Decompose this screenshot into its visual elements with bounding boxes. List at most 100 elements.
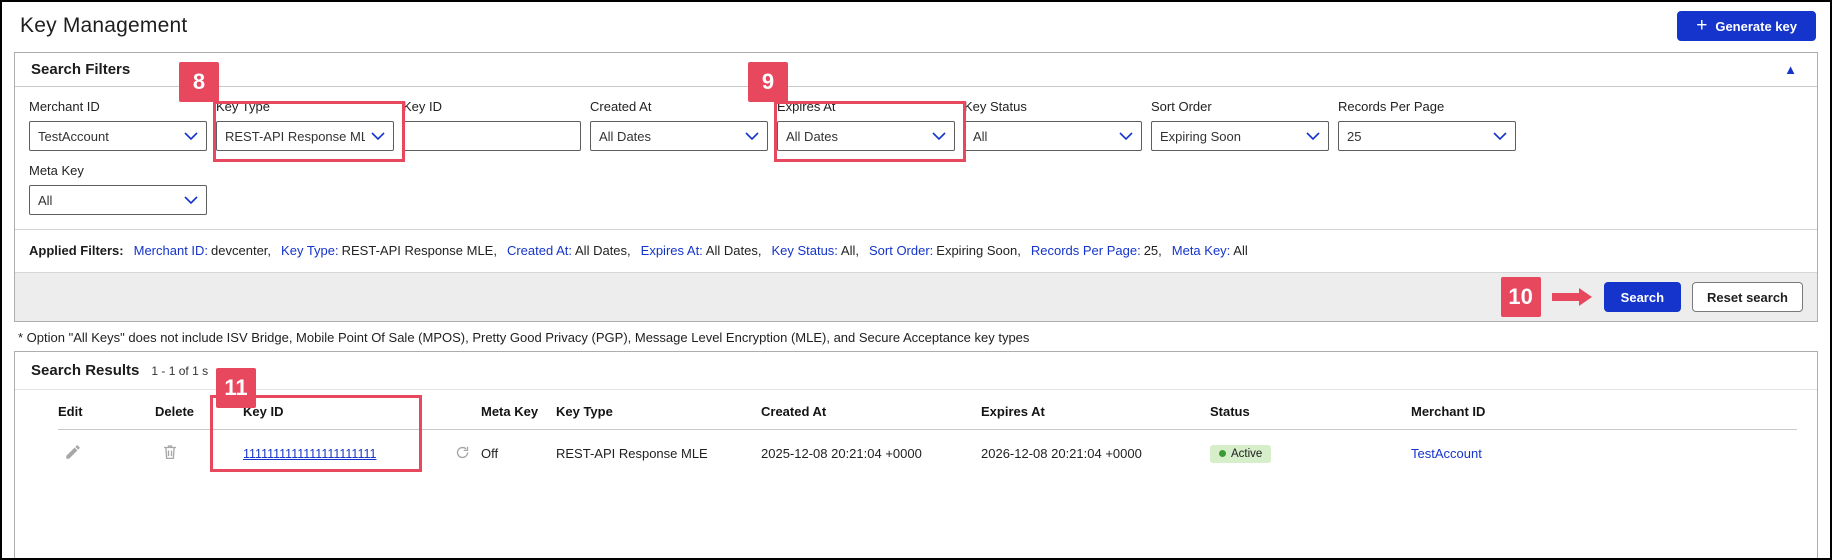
filters-row-2: Meta Key All: [29, 163, 1803, 215]
created-at-select[interactable]: All Dates: [590, 121, 768, 151]
key-management-page: Key Management + Generate key Search Fil…: [0, 0, 1832, 560]
search-button[interactable]: Search: [1603, 282, 1682, 312]
column-header-merchant-id: Merchant ID: [1411, 404, 1486, 419]
status-badge: Active: [1210, 444, 1272, 463]
merchant-id-select[interactable]: TestAccount: [29, 121, 207, 151]
applied-pair: Key Status: All,: [771, 243, 859, 258]
filter-key-type: Key Type REST-API Response MLE: [216, 99, 394, 151]
filter-records-per-page: Records Per Page 25: [1338, 99, 1516, 151]
filter-key-status: Key Status All: [964, 99, 1142, 151]
records-per-page-value: 25: [1347, 128, 1362, 144]
results-count: 1 - 1 of 1 s: [151, 364, 209, 378]
search-results-title: Search Results: [31, 362, 140, 379]
actions-row: 10 Search Reset search: [15, 272, 1817, 321]
sort-order-value: Expiring Soon: [1160, 128, 1241, 144]
records-per-page-select[interactable]: 25: [1338, 121, 1516, 151]
search-filters-title: Search Filters: [31, 61, 131, 78]
meta-key-value: All: [38, 192, 53, 208]
chevron-down-icon: [745, 131, 759, 141]
chevron-down-icon: [1119, 131, 1133, 141]
generate-key-label: Generate key: [1715, 18, 1797, 34]
collapse-arrow-icon[interactable]: ▲: [1784, 62, 1797, 77]
created-at-label: Created At: [590, 99, 652, 114]
annotation-arrow-icon: [1551, 288, 1592, 306]
column-header-edit: Edit: [58, 404, 83, 419]
applied-pair: Meta Key: All: [1171, 243, 1248, 258]
filter-created-at: Created At All Dates: [590, 99, 768, 151]
applied-pair: Key Type: REST-API Response MLE,: [281, 243, 497, 258]
expires-at-select[interactable]: All Dates: [777, 121, 955, 151]
column-header-created-at: Created At: [761, 404, 827, 419]
applied-filters-label: Applied Filters:: [29, 243, 124, 258]
created-at-cell: 2025-12-08 20:21:04 +0000: [761, 446, 922, 461]
meta-key-cell: Off: [481, 446, 499, 461]
applied-pair: Records Per Page: 25,: [1030, 243, 1162, 258]
key-id-label: Key ID: [403, 99, 443, 114]
applied-pair: Merchant ID: devcenter,: [133, 243, 272, 258]
expires-at-label: Expires At: [777, 99, 836, 114]
applied-pair: Expires At: All Dates,: [640, 243, 762, 258]
meta-key-label: Meta Key: [29, 163, 84, 178]
merchant-id-link[interactable]: TestAccount: [1411, 446, 1482, 461]
meta-key-select[interactable]: All: [29, 185, 207, 215]
annotation-badge-9: 9: [748, 62, 788, 102]
expires-at-value: All Dates: [786, 128, 839, 144]
column-header-blank: [455, 404, 481, 419]
annotation-badge-10: 10: [1500, 277, 1541, 317]
topbar: Key Management + Generate key: [2, 2, 1830, 52]
key-type-cell: REST-API Response MLE: [556, 446, 708, 461]
page-title: Key Management: [20, 14, 188, 37]
created-at-value: All Dates: [599, 128, 652, 144]
search-filters-panel: Search Filters ▲ Merchant ID TestAccount…: [14, 52, 1818, 322]
annotation-badge-11: 11: [216, 368, 256, 408]
edit-pencil-icon[interactable]: [64, 443, 82, 461]
column-header-key-id: Key ID: [243, 404, 284, 419]
filters-body: Merchant ID TestAccount Key Type REST-AP…: [15, 87, 1817, 229]
generate-key-button[interactable]: + Generate key: [1677, 11, 1816, 41]
filter-merchant-id: Merchant ID TestAccount: [29, 99, 207, 151]
key-status-value: All: [973, 128, 988, 144]
filter-sort-order: Sort Order Expiring Soon: [1151, 99, 1329, 151]
reset-search-button[interactable]: Reset search: [1692, 282, 1803, 312]
sort-order-select[interactable]: Expiring Soon: [1151, 121, 1329, 151]
annotation-badge-8: 8: [179, 62, 219, 102]
column-header-meta-key: Meta Key: [481, 404, 539, 419]
key-status-select[interactable]: All: [964, 121, 1142, 151]
filter-meta-key: Meta Key All: [29, 163, 207, 215]
merchant-id-value: TestAccount: [38, 128, 109, 144]
search-results-header: Search Results 1 - 1 of 1 s: [15, 352, 1817, 390]
expires-at-cell: 2026-12-08 20:21:04 +0000: [981, 446, 1142, 461]
chevron-down-icon: [932, 131, 946, 141]
key-id-link[interactable]: 1111111111111111111111: [243, 447, 376, 461]
status-dot-icon: [1219, 450, 1226, 457]
column-header-key-type: Key Type: [556, 404, 613, 419]
table-header-row: Edit Delete Key ID Meta Key Key Type Cre…: [58, 390, 1797, 430]
applied-filters: Applied Filters: Merchant ID: devcenter, Ke…: [15, 229, 1817, 272]
filters-row-1: Merchant ID TestAccount Key Type REST-AP…: [29, 99, 1803, 151]
applied-pair: Sort Order: Expiring Soon,: [868, 243, 1021, 258]
records-per-page-label: Records Per Page: [1338, 99, 1445, 114]
key-id-input[interactable]: [403, 121, 581, 151]
applied-pair: Created At: All Dates,: [506, 243, 631, 258]
key-type-select[interactable]: REST-API Response MLE: [216, 121, 394, 151]
key-type-label: Key Type: [216, 99, 270, 114]
results-table: Edit Delete Key ID Meta Key Key Type Cre…: [15, 390, 1817, 477]
rotate-key-icon[interactable]: [455, 445, 470, 460]
column-header-status: Status: [1210, 404, 1250, 419]
filter-expires-at: Expires At All Dates: [777, 99, 955, 151]
status-label: Active: [1231, 447, 1263, 460]
search-results-panel: Search Results 1 - 1 of 1 s Edit Delete …: [14, 351, 1818, 558]
key-type-value: REST-API Response MLE: [225, 128, 365, 144]
key-status-label: Key Status: [964, 99, 1027, 114]
all-keys-note: * Option "All Keys" does not include ISV…: [18, 330, 1030, 345]
search-filters-header: Search Filters ▲: [15, 53, 1817, 87]
chevron-down-icon: [371, 131, 385, 141]
chevron-down-icon: [184, 195, 198, 205]
column-header-expires-at: Expires At: [981, 404, 1045, 419]
delete-trash-icon[interactable]: [161, 443, 179, 461]
sort-order-label: Sort Order: [1151, 99, 1212, 114]
chevron-down-icon: [1493, 131, 1507, 141]
filter-key-id: Key ID: [403, 99, 581, 151]
chevron-down-icon: [184, 131, 198, 141]
table-row: 1111111111111111111111 Off REST-API Resp…: [58, 430, 1797, 477]
